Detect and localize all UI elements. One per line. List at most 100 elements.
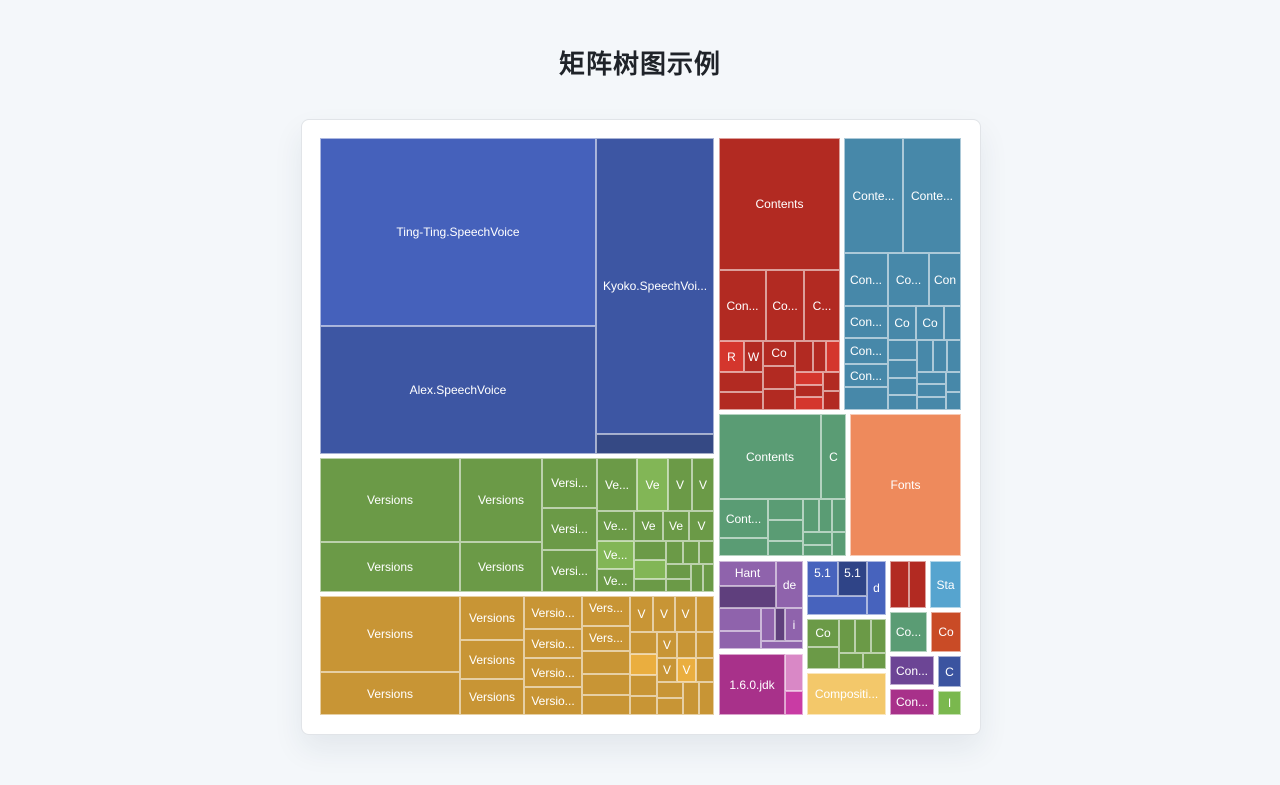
node-contents[interactable] [719, 372, 763, 392]
node-versions[interactable]: Versions [320, 672, 460, 715]
node-versions[interactable]: Versions [460, 458, 542, 542]
node-versions[interactable]: V [668, 458, 692, 511]
node-contents[interactable]: Con... [719, 270, 766, 341]
node-versions[interactable]: Versio... [524, 629, 582, 658]
node-co[interactable] [863, 653, 886, 669]
node-contents[interactable] [947, 340, 961, 372]
node-contents[interactable] [946, 392, 961, 410]
node-hant[interactable] [775, 608, 785, 641]
node-versions[interactable] [696, 658, 714, 682]
node-contents[interactable]: Contents [719, 138, 840, 270]
node-contents[interactable]: Co... [888, 253, 929, 306]
node-versions[interactable] [630, 675, 657, 696]
node-alex[interactable]: Alex.SpeechVoice [320, 326, 596, 454]
node-versions[interactable] [677, 632, 696, 658]
node-sta[interactable]: Sta [930, 561, 961, 608]
node-5-1[interactable] [807, 596, 867, 615]
node-contents[interactable] [888, 360, 917, 378]
node-versions[interactable]: V [657, 632, 677, 658]
node-contents[interactable]: Con... [844, 306, 888, 338]
node-versions[interactable]: V [657, 658, 677, 682]
node-contents[interactable] [823, 391, 840, 410]
node-contents[interactable]: Con... [844, 253, 888, 306]
node-contents[interactable] [719, 392, 763, 410]
node-versions[interactable] [696, 632, 714, 658]
node-5-1[interactable]: 5.1 [807, 561, 838, 596]
node-hant[interactable] [719, 631, 761, 649]
node-contents[interactable]: Co [763, 341, 795, 366]
node-versions[interactable]: Ve... [597, 569, 634, 592]
node-versions[interactable]: Versions [460, 640, 524, 679]
node-contents[interactable] [768, 520, 803, 541]
node-versions[interactable]: Ve [637, 458, 668, 511]
node-jdk[interactable]: 1.6.0.jdk [719, 654, 785, 715]
node-contents[interactable] [917, 384, 946, 397]
node-contents[interactable] [795, 385, 823, 397]
node-hant[interactable] [761, 641, 803, 649]
node-contents[interactable] [888, 395, 917, 410]
node-contents[interactable] [917, 372, 946, 384]
node-contents[interactable] [832, 532, 846, 556]
node-contents[interactable] [795, 372, 823, 385]
node-versions[interactable]: Versio... [524, 596, 582, 629]
node-versions[interactable] [696, 596, 714, 632]
node-contents[interactable] [803, 499, 819, 532]
node-jdk[interactable] [785, 691, 803, 715]
node-contents[interactable] [768, 541, 803, 556]
node-c[interactable]: C [938, 656, 961, 687]
node-hant[interactable] [719, 608, 761, 631]
node-contents[interactable]: Con... [844, 364, 888, 387]
node-small-red[interactable] [909, 561, 926, 608]
node-co[interactable]: Co... [890, 612, 927, 652]
node-contents[interactable] [763, 389, 795, 410]
node-versions[interactable] [634, 560, 666, 579]
node-versions[interactable] [699, 541, 714, 564]
node-versions[interactable]: Ve [663, 511, 689, 541]
node-con[interactable]: Con... [890, 656, 934, 685]
node-hant[interactable] [719, 586, 776, 608]
node-ting-ting[interactable]: Ting-Ting.SpeechVoice [320, 138, 596, 326]
node-versions[interactable]: Versions [460, 679, 524, 715]
node-contents[interactable] [888, 378, 917, 395]
node-versions[interactable]: Versi... [542, 508, 597, 550]
node-contents[interactable]: C... [804, 270, 840, 341]
node-co[interactable] [839, 619, 855, 653]
node-versions[interactable]: Versions [320, 542, 460, 592]
node-versions[interactable]: Ve... [597, 511, 634, 541]
node-versions[interactable]: V [692, 458, 714, 511]
node-contents[interactable]: R [719, 341, 744, 372]
node-versions[interactable] [657, 698, 683, 715]
node-versions[interactable]: Versio... [524, 658, 582, 687]
node-contents[interactable] [803, 545, 832, 556]
node-hant[interactable] [761, 608, 775, 641]
node-contents[interactable] [768, 499, 803, 520]
node-contents[interactable]: C [821, 414, 846, 499]
node-versions[interactable]: Versi... [542, 550, 597, 592]
node-contents[interactable]: Co... [766, 270, 804, 341]
node-versions[interactable]: V [675, 596, 696, 632]
node-versions[interactable] [634, 579, 666, 592]
node-versions[interactable]: Ve... [597, 541, 634, 569]
node-compositi[interactable]: Compositi... [807, 673, 886, 715]
node-contents[interactable] [826, 341, 840, 372]
node-contents[interactable] [719, 538, 768, 556]
node-versions[interactable]: V [630, 596, 653, 632]
node-versions[interactable] [630, 696, 657, 715]
node-contents[interactable]: Co [916, 306, 944, 340]
node-versions[interactable] [703, 564, 714, 592]
node-versions[interactable] [582, 674, 630, 695]
node-versions[interactable] [657, 682, 683, 698]
node-co[interactable] [839, 653, 863, 669]
node-versions[interactable]: Versions [460, 542, 542, 592]
node-versions[interactable]: Versions [320, 458, 460, 542]
node-versions[interactable] [666, 579, 691, 592]
node-versions[interactable]: Vers... [582, 596, 630, 626]
node-contents[interactable] [917, 397, 946, 410]
node-contents[interactable] [795, 341, 813, 372]
node-con[interactable]: Con... [890, 689, 934, 715]
node-contents[interactable] [813, 341, 826, 372]
node-co[interactable] [807, 647, 839, 669]
node-co[interactable]: Co [931, 612, 961, 652]
node-versions[interactable]: V [653, 596, 675, 632]
node-contents[interactable] [819, 499, 832, 532]
